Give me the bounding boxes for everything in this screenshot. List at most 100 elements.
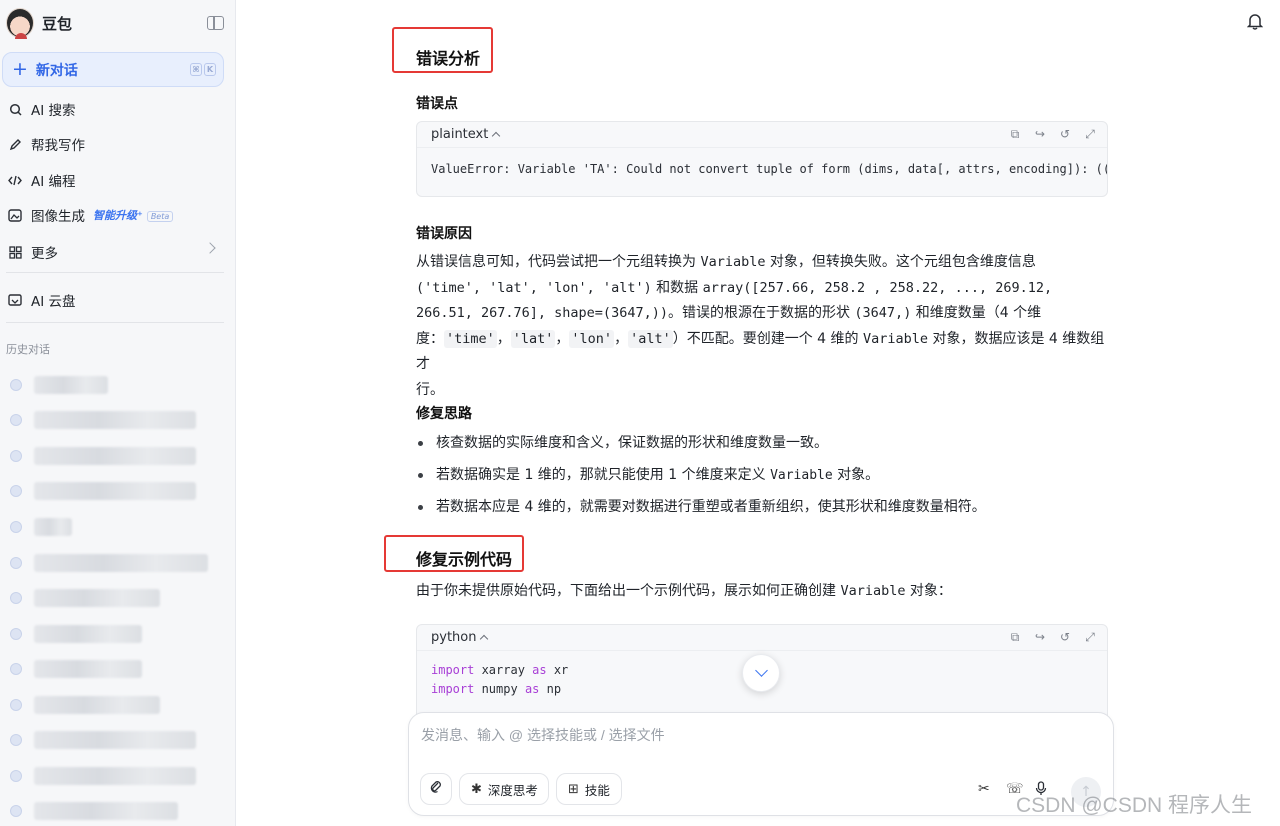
error-reason-paragraph: 从错误信息可知，代码尝试把一个元组转换为 Variable 对象，但转换失败。这…: [416, 250, 1106, 404]
blurred-title: [34, 802, 178, 820]
shortcut-key-k: K: [204, 63, 216, 76]
inline-code: Variable: [770, 468, 833, 483]
history-item[interactable]: [0, 482, 236, 502]
history-item[interactable]: [0, 589, 236, 609]
code-language: plaintext: [431, 127, 489, 142]
chat-icon: [10, 521, 22, 533]
history-item[interactable]: [0, 696, 236, 716]
new-chat-button[interactable]: + 新对话 ⌘ K: [2, 52, 224, 87]
history-item[interactable]: [0, 731, 236, 751]
code-text: numpy: [474, 681, 525, 696]
chat-icon: [10, 450, 22, 462]
copy-icon[interactable]: ⧉: [1008, 631, 1022, 644]
history-item[interactable]: [0, 625, 236, 645]
code-tools: ⧉ ↪ ↺ ⤢: [1008, 128, 1097, 141]
history-item[interactable]: [0, 411, 236, 431]
scissors-icon[interactable]: ✂: [978, 781, 990, 797]
code-text: xarray: [474, 663, 533, 677]
plus-icon: +: [12, 58, 28, 80]
sidebar-item-image-gen[interactable]: 图像生成 智能升级⁺ Beta: [0, 200, 236, 230]
history-item[interactable]: [0, 802, 236, 822]
subheading-fix-idea: 修复思路: [416, 406, 472, 422]
chat-icon: [10, 414, 22, 426]
sidebar-item-more[interactable]: 更多: [0, 237, 236, 267]
list-item-text: 对象。: [832, 467, 880, 483]
shortcut-key-cmd: ⌘: [190, 63, 202, 76]
list-item-text: 核查数据的实际维度和含义，保证数据的形状和维度数量一致。: [436, 435, 828, 451]
section-heading-fix-example: 修复示例代码: [416, 550, 513, 569]
watermark: CSDN @CSDN 程序人生: [1016, 794, 1252, 817]
grid-icon: ⊞: [568, 781, 579, 797]
sidebar: 豆包 + 新对话 ⌘ K AI 搜索 帮我写作 AI 编程 图像生成 智能升级⁺…: [0, 0, 236, 826]
history-item[interactable]: [0, 376, 236, 396]
chat-icon: [10, 485, 22, 497]
sidebar-item-label: AI 搜索: [31, 103, 76, 119]
code-block-plaintext: plaintext ⧉ ↪ ↺ ⤢ ValueError: Variable '…: [416, 121, 1108, 197]
bell-icon[interactable]: [1246, 12, 1264, 30]
blurred-title: [34, 696, 160, 714]
history-item[interactable]: [0, 447, 236, 467]
chat-icon: [10, 734, 22, 746]
expand-icon[interactable]: ⤢: [1083, 128, 1097, 141]
text: 和数据: [651, 279, 703, 296]
code-keyword: import: [431, 681, 475, 696]
inline-code: array([257.66, 258.2 , 258.22, ..., 269.…: [702, 279, 1053, 296]
sidebar-toggle-icon[interactable]: [207, 16, 224, 30]
sidebar-item-cloud-drive[interactable]: AI 云盘: [0, 285, 236, 315]
code-keyword: import: [431, 663, 475, 677]
paragraph-line: 度：'time'，'lat'，'lon'，'alt' ）不匹配。要创建一个 4 维…: [416, 327, 1106, 378]
blurred-title: [34, 767, 196, 785]
list-item: 若数据确实是 1 维的，那就只能使用 1 个维度来定义 Variable 对象。: [416, 465, 986, 497]
chat-icon: [10, 699, 22, 711]
image-icon: [8, 208, 22, 222]
collapse-icon[interactable]: [480, 634, 489, 644]
blurred-title: [34, 411, 196, 429]
code-icon: [8, 173, 22, 187]
inline-code: 'lon': [569, 329, 615, 348]
scroll-down-button[interactable]: [742, 654, 780, 692]
blurred-title: [34, 625, 142, 643]
sidebar-item-coding[interactable]: AI 编程: [0, 165, 236, 195]
atom-icon: ✱: [471, 781, 482, 797]
attach-button[interactable]: [420, 773, 452, 805]
sidebar-divider: [6, 322, 224, 323]
message-input[interactable]: [421, 725, 1081, 745]
text: 对象：: [905, 583, 952, 599]
inline-code: (3647,): [854, 305, 912, 322]
collapse-icon[interactable]: [492, 131, 501, 141]
example-intro: 由于你未提供原始代码，下面给出一个示例代码，展示如何正确创建 Variable …: [416, 579, 1106, 605]
text: ）不匹配。要创建一个 4 维的: [672, 330, 863, 347]
deep-think-button[interactable]: ✱ 深度思考: [459, 773, 549, 805]
blurred-title: [34, 660, 142, 678]
upgrade-badge: 智能升级⁺ Beta: [93, 207, 174, 223]
history-item[interactable]: [0, 660, 236, 680]
text: 和维度数量（4 个维: [911, 305, 1042, 322]
expand-icon[interactable]: ⤢: [1083, 631, 1097, 644]
beta-tag: Beta: [146, 211, 174, 222]
blurred-title: [34, 482, 196, 500]
history-item[interactable]: [0, 554, 236, 574]
list-item: 若数据本应是 4 维的，就需要对数据进行重塑或者重新组织，使其形状和维度数量相符…: [416, 497, 986, 529]
copy-icon[interactable]: ⧉: [1008, 128, 1022, 141]
history-item[interactable]: [0, 767, 236, 787]
wrap-icon[interactable]: ↪: [1033, 631, 1047, 644]
wrap-icon[interactable]: ↪: [1033, 128, 1047, 141]
sidebar-item-writing[interactable]: 帮我写作: [0, 129, 236, 159]
list-item: 核查数据的实际维度和含义，保证数据的形状和维度数量一致。: [416, 433, 986, 465]
skills-button[interactable]: ⊞ 技能: [556, 773, 622, 805]
sidebar-item-label: 图像生成: [31, 209, 85, 225]
history-item[interactable]: [0, 518, 236, 538]
blurred-title: [34, 447, 196, 465]
brand[interactable]: 豆包: [6, 6, 230, 40]
code-keyword: as: [532, 663, 547, 677]
paragraph-line: 从错误信息可知，代码尝试把一个元组转换为 Variable 对象，但转换失败。这…: [416, 250, 1106, 276]
run-icon[interactable]: ↺: [1058, 128, 1072, 141]
text: ，: [555, 330, 570, 347]
history-title: 历史对话: [6, 343, 50, 356]
sidebar-item-ai-search[interactable]: AI 搜索: [0, 94, 236, 124]
sidebar-item-label: 更多: [31, 246, 58, 262]
cloud-drive-icon: [8, 293, 22, 307]
blurred-title: [34, 589, 160, 607]
text: 。错误的根源在于数据的形状: [667, 305, 855, 322]
run-icon[interactable]: ↺: [1058, 631, 1072, 644]
